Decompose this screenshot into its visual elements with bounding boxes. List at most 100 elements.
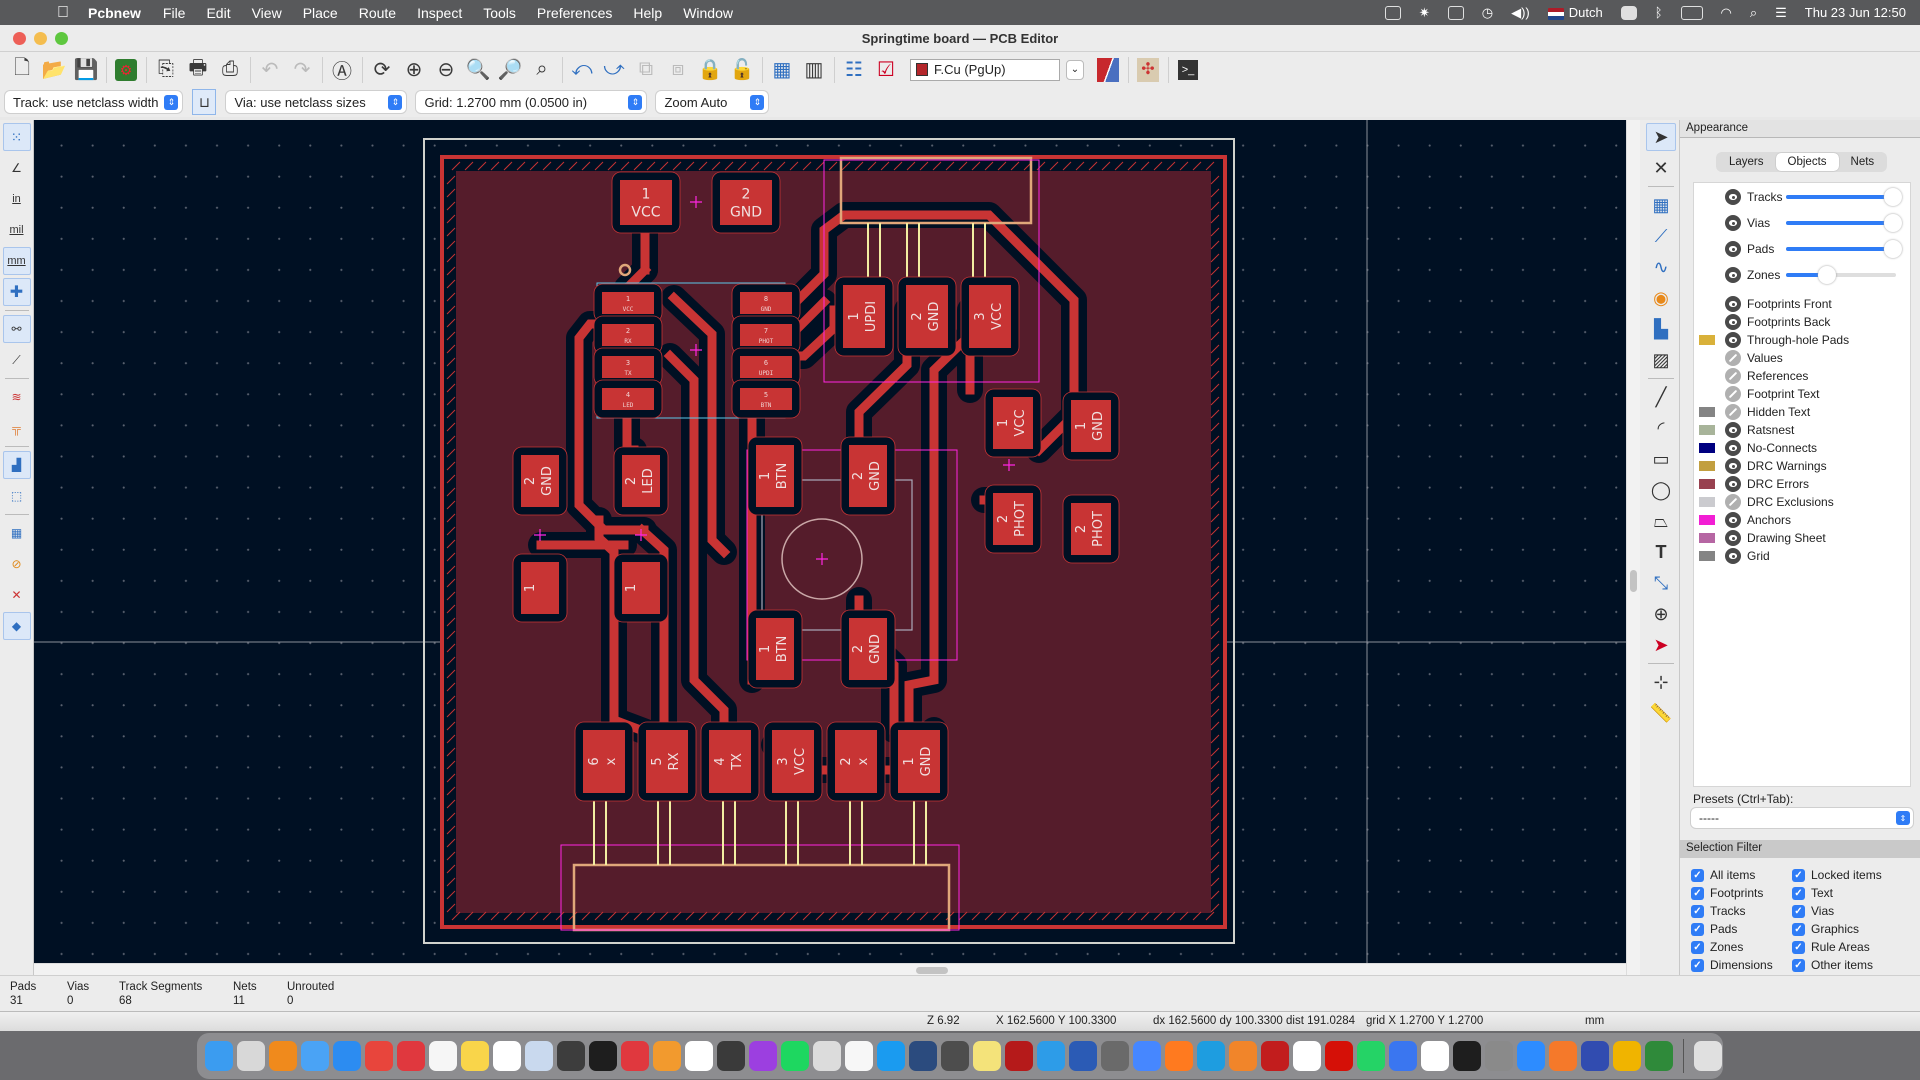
dock-reminders-icon[interactable] [429, 1041, 457, 1071]
net-inspector-icon[interactable]: ⊘ [3, 550, 31, 578]
dock-ia-writer-icon[interactable] [685, 1041, 713, 1071]
dock-calculator-icon[interactable] [557, 1041, 585, 1071]
slider-knob[interactable] [1884, 214, 1902, 232]
menu-place[interactable]: Place [303, 5, 338, 21]
clock[interactable]: Thu 23 Jun 12:50 [1805, 5, 1906, 20]
filter-rule-areas[interactable]: ✓ Rule Areas [1792, 940, 1870, 954]
board-setup-icon[interactable]: ⚙ [112, 56, 140, 84]
dock-photos-icon[interactable] [845, 1041, 873, 1071]
eye-hidden-icon[interactable] [1725, 386, 1741, 402]
eye-icon[interactable] [1725, 189, 1741, 205]
eye-icon[interactable] [1725, 422, 1741, 438]
menu-view[interactable]: View [252, 5, 282, 21]
apple-menu-icon[interactable]:  [52, 4, 74, 22]
draw-rectangle-icon[interactable]: ▭ [1646, 445, 1676, 473]
auto-track-width-toggle[interactable]: ⊔ [192, 89, 217, 115]
footprint-outline-icon[interactable]: ▦ [3, 519, 31, 547]
color-swatch[interactable] [1699, 497, 1715, 507]
checkbox[interactable]: ✓ [1691, 868, 1704, 882]
ungroup-icon[interactable]: ⧈ [664, 56, 692, 84]
filter-tracks[interactable]: ✓ Tracks [1691, 904, 1746, 918]
via-size-select[interactable]: Via: use netclass sizes ⇕ [226, 91, 407, 113]
dock-trash-icon[interactable] [1694, 1041, 1722, 1071]
dock-word-icon[interactable] [1069, 1041, 1097, 1071]
dock-screenshot-icon[interactable] [621, 1041, 649, 1071]
menu-tools[interactable]: Tools [483, 5, 516, 21]
object-row[interactable]: Hidden Text [1694, 404, 1810, 420]
measure-tool-icon[interactable]: 📏 [1646, 699, 1676, 727]
slider-knob[interactable] [1818, 266, 1836, 284]
add-footprint-icon[interactable]: ▦ [1646, 191, 1676, 219]
save-icon[interactable]: 💾 [72, 56, 100, 84]
dock-vscode-icon[interactable] [1421, 1041, 1449, 1071]
filter-dimensions[interactable]: ✓ Dimensions [1691, 958, 1773, 972]
pcb-canvas[interactable]: 1 VCC 2 GND 1 VCC 2 RX 3 TX 4 LED 8 GND 7 PHOT 6 UPDI 5 BTN… [34, 120, 1626, 963]
color-swatch[interactable] [1699, 533, 1715, 543]
ratsnest-icon[interactable]: ⚯ [2, 315, 31, 343]
add-zone-icon[interactable]: ▙ [1646, 315, 1676, 343]
checkbox[interactable]: ✓ [1792, 922, 1805, 936]
window-stack-icon[interactable] [1384, 5, 1401, 20]
dock-books-icon[interactable] [1229, 1041, 1257, 1071]
zoom-fit-icon[interactable]: 🔍 [464, 56, 492, 84]
time-machine-icon[interactable]: ◷ [1482, 5, 1493, 21]
horizontal-scroll-thumb[interactable] [916, 967, 948, 974]
color-swatch[interactable] [1699, 461, 1715, 471]
select-tool-icon[interactable]: ➤ [1646, 123, 1676, 151]
menu-route[interactable]: Route [359, 5, 396, 21]
input-source[interactable]: Dutch [1547, 5, 1603, 20]
checkbox[interactable]: ✓ [1691, 940, 1704, 954]
color-swatch[interactable] [1699, 425, 1715, 435]
menu-preferences[interactable]: Preferences [537, 5, 612, 21]
wifi-icon[interactable]: ◠ [1721, 5, 1732, 21]
grid-origin-icon[interactable]: ⊹ [1646, 668, 1676, 696]
layer-dropdown-button[interactable]: ⌄ [1066, 59, 1084, 80]
checkbox[interactable]: ✓ [1792, 958, 1805, 972]
object-row[interactable]: Footprints Front [1694, 296, 1832, 312]
track-outline-icon[interactable]: ╦ [3, 414, 31, 442]
keyboard-grid-icon[interactable] [1447, 5, 1464, 20]
color-swatch[interactable] [1699, 479, 1715, 489]
object-row[interactable]: No-Connects [1694, 440, 1817, 456]
eye-icon[interactable] [1725, 332, 1741, 348]
eye-icon[interactable] [1725, 458, 1741, 474]
checkbox[interactable]: ✓ [1792, 868, 1805, 882]
dock-blender-icon[interactable] [1549, 1041, 1577, 1071]
console-icon[interactable]: >_ [1174, 56, 1202, 84]
add-text-icon[interactable]: T [1646, 538, 1676, 566]
tab-layers[interactable]: Layers [1717, 153, 1776, 171]
checkbox[interactable]: ✓ [1792, 940, 1805, 954]
dock-audacity-icon[interactable] [1613, 1041, 1641, 1071]
curved-ratsnest-icon[interactable]: ⟋ [3, 346, 31, 374]
checkbox[interactable]: ✓ [1792, 904, 1805, 918]
filter-vias[interactable]: ✓ Vias [1792, 904, 1834, 918]
filter-locked-items[interactable]: ✓ Locked items [1792, 868, 1882, 882]
high-contrast-icon[interactable]: ≋ [3, 383, 31, 411]
eye-hidden-icon[interactable] [1725, 350, 1741, 366]
grid-toggle-icon[interactable]: ⁙ [2, 123, 31, 151]
plot-icon[interactable]: ⎙ [216, 56, 244, 84]
dock-preview-icon[interactable] [525, 1041, 553, 1071]
menu-help[interactable]: Help [633, 5, 662, 21]
dock-slack-icon[interactable] [1293, 1041, 1321, 1071]
draw-arc-icon[interactable]: ◜ [1646, 414, 1676, 442]
object-row[interactable]: Footprint Text [1694, 386, 1819, 402]
object-row[interactable]: Ratsnest [1694, 422, 1794, 438]
dock-skype-icon[interactable] [877, 1041, 905, 1071]
dock-nordvpn-icon[interactable] [1133, 1041, 1161, 1071]
menu-edit[interactable]: Edit [206, 5, 230, 21]
dock-chrome-icon[interactable] [365, 1041, 393, 1071]
open-icon[interactable]: 📂 [40, 56, 68, 84]
vertical-scroll-thumb[interactable] [1630, 570, 1637, 592]
horizontal-scrollbar[interactable] [34, 963, 1640, 975]
cursor-crosshair-icon[interactable]: ✚ [2, 278, 31, 306]
add-via-icon[interactable]: ◉ [1646, 284, 1676, 312]
zoom-select[interactable]: Zoom Auto ⇕ [656, 91, 769, 113]
checkbox[interactable]: ✓ [1691, 904, 1704, 918]
object-row[interactable]: Footprints Back [1694, 314, 1830, 330]
grid-select[interactable]: Grid: 1.2700 mm (0.0500 in) ⇕ [416, 91, 647, 113]
place-target-icon[interactable]: ⊕ [1646, 600, 1676, 628]
rotate-cw-icon[interactable]: ⤻ [600, 56, 628, 84]
filter-other-items[interactable]: ✓ Other items [1792, 958, 1873, 972]
dock-finder-icon[interactable] [205, 1041, 233, 1071]
